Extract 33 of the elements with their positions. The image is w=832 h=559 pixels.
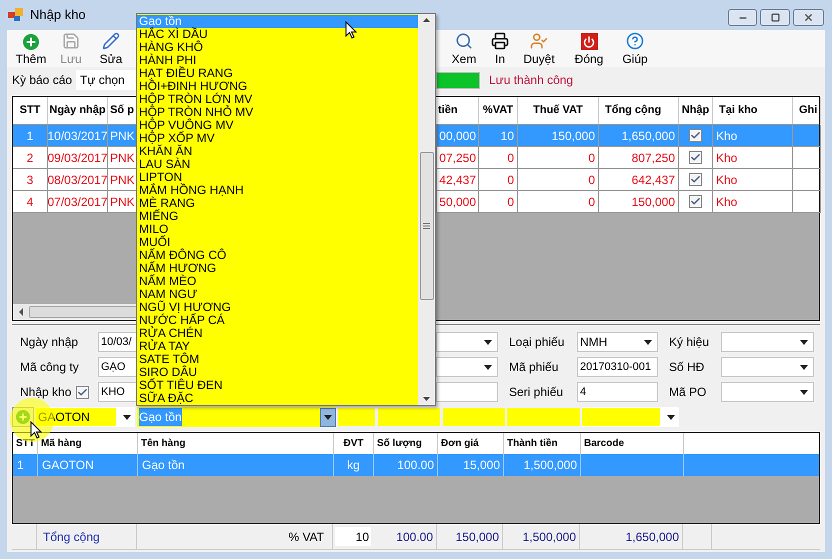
form-label: Nhập kho bbox=[20, 384, 72, 401]
total-quantity: 100.00 bbox=[373, 524, 437, 549]
table-cell: Kho bbox=[713, 191, 793, 213]
table-cell: 0 bbox=[479, 191, 518, 213]
window-title: Nhập kho bbox=[30, 6, 86, 24]
table-cell: kg bbox=[334, 454, 374, 476]
total-amount: 1,500,000 bbox=[503, 524, 580, 549]
table-cell: 1,500,000 bbox=[504, 454, 581, 476]
table-cell: Gạo tồn bbox=[138, 454, 334, 476]
table-cell: 50,000 bbox=[437, 191, 479, 213]
vat-label: % VAT bbox=[137, 524, 333, 549]
grand-total: 1,650,000 bbox=[580, 524, 683, 549]
table-cell: GAOTON bbox=[38, 454, 138, 476]
table-cell: 150,000 bbox=[599, 191, 679, 213]
table-cell: 0 bbox=[518, 191, 599, 213]
table-cell: 4 bbox=[13, 191, 48, 213]
form-label: Mã công ty bbox=[20, 359, 80, 376]
selected-text: Gạo tồn bbox=[139, 408, 182, 426]
table-cell: 15,000 bbox=[438, 454, 504, 476]
table-cell: 1 bbox=[13, 454, 38, 476]
form-label: Ký hiệu bbox=[669, 334, 710, 351]
form-label: Seri phiếu bbox=[509, 384, 564, 401]
form-label: Số HĐ bbox=[669, 359, 706, 376]
total-price: 150,000 bbox=[437, 524, 503, 549]
totals-label: Tổng cộng bbox=[37, 524, 137, 549]
form-label: Mã phiếu bbox=[509, 359, 560, 376]
form-label: Loại phiếu bbox=[509, 334, 566, 351]
table-cell: 100.00 bbox=[374, 454, 438, 476]
report-period-label: Kỳ báo cáo bbox=[12, 72, 74, 89]
table-cell: 07/03/2017 bbox=[48, 191, 108, 213]
status-message: Lưu thành công bbox=[489, 72, 574, 89]
form-label: Mã PO bbox=[669, 384, 708, 401]
form-label: Ngày nhập bbox=[20, 334, 80, 351]
